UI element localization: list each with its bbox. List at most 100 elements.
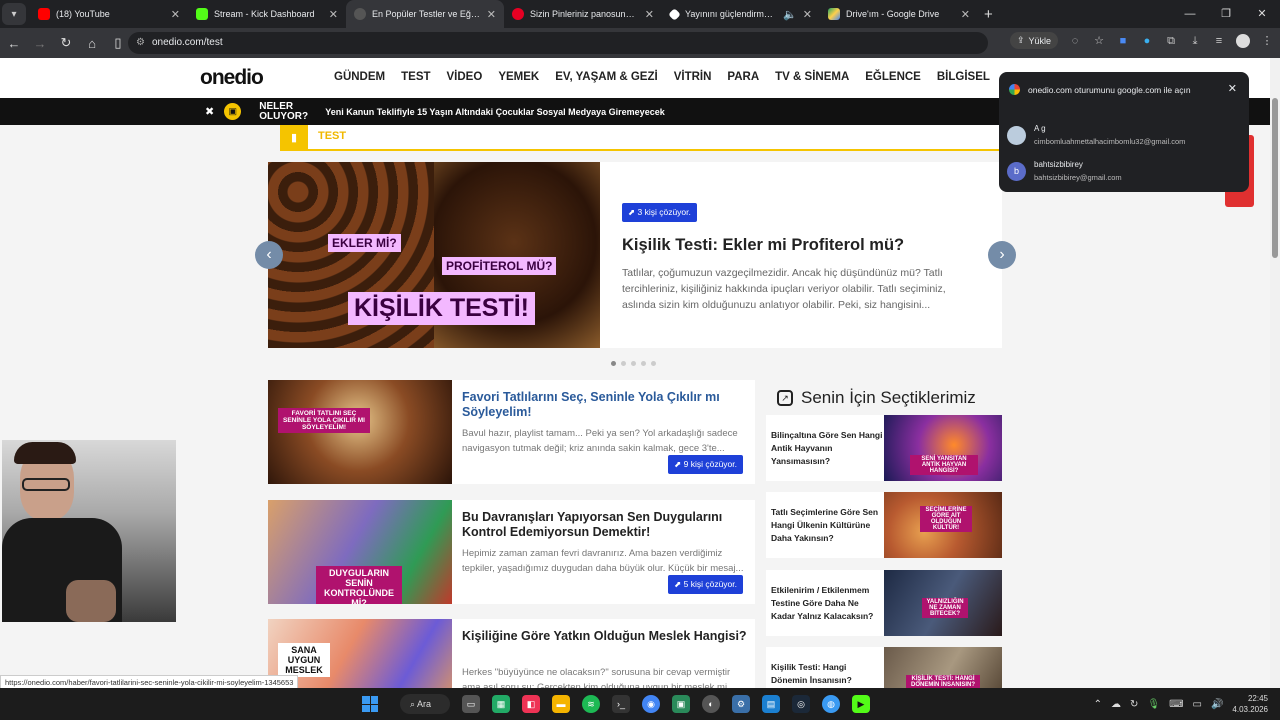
sidebar-item-title[interactable]: Etkilenirim / Etkilenmem Testine Göre Da… — [771, 584, 883, 623]
menu-item-eglence[interactable]: EĞLENCE — [865, 71, 921, 83]
spotify-icon[interactable]: ≋ — [582, 695, 600, 713]
ticker-headline[interactable]: Yeni Kanun Teklifiyle 15 Yaşın Altındaki… — [325, 107, 665, 117]
scrollbar-thumb[interactable] — [1272, 98, 1278, 258]
eye-off-icon[interactable]: ◌ — [1068, 34, 1082, 48]
close-window-icon[interactable]: ✕ — [1244, 0, 1280, 28]
sidebar-item[interactable]: Kişilik Testi: Hangi Dönemin İnsanısın? … — [766, 647, 1002, 688]
file-explorer-icon[interactable]: ▬ — [552, 695, 570, 713]
mic-icon[interactable]: 🎙 — [1147, 699, 1160, 710]
close-icon[interactable]: ✕ — [487, 8, 496, 21]
taskbar-search[interactable]: ⌕ Ara — [400, 694, 450, 714]
tab-kick[interactable]: Stream - Kick Dashboard ✕ — [188, 0, 346, 28]
slider-dot[interactable] — [631, 361, 636, 366]
menu-item-video[interactable]: VİDEO — [447, 71, 483, 83]
menu-item-test[interactable]: TEST — [401, 71, 430, 83]
account-option[interactable]: b bahtsizbibirey bahtsizbibirey@gmail.com — [1007, 158, 1122, 184]
menu-item-ev-yasam[interactable]: EV, YAŞAM & GEZİ — [555, 71, 657, 83]
slider-dot[interactable] — [651, 361, 656, 366]
sidebar-item-title[interactable]: Bilinçaltına Göre Sen Hangi Antik Hayvan… — [771, 429, 883, 468]
card-title[interactable]: Favori Tatlılarını Seç, Seninle Yola Çık… — [462, 390, 747, 420]
sidebar-item-title[interactable]: Tatlı Seçimlerine Göre Sen Hangi Ülkenin… — [771, 506, 883, 545]
app-icon[interactable]: ◧ — [522, 695, 540, 713]
tab-search-button[interactable]: ▾ — [2, 3, 26, 25]
account-option[interactable]: A g cimbomluahmettalhacimbomlu32@gmail.co… — [1007, 122, 1185, 148]
sidebar-item[interactable]: Tatlı Seçimlerine Göre Sen Hangi Ülkenin… — [766, 492, 1002, 558]
home-icon[interactable]: ⌂ — [80, 36, 104, 51]
sidepanel-icon[interactable]: ▯ — [106, 35, 130, 51]
bookmark-star-icon[interactable]: ☆ — [1092, 34, 1106, 48]
slider-prev-button[interactable]: ‹ — [255, 241, 283, 269]
site-info-icon[interactable]: ⚙ — [136, 32, 145, 54]
terminal-icon[interactable]: ›_ — [612, 695, 630, 713]
chrome-icon[interactable]: ◉ — [642, 695, 660, 713]
featured-title[interactable]: Kişilik Testi: Ekler mi Profiterol mü? — [622, 236, 982, 255]
close-icon[interactable]: ✕ — [961, 8, 970, 21]
tab-onedio[interactable]: En Popüler Testler ve Eğlenceli ✕ — [346, 0, 504, 28]
slider-dot[interactable] — [621, 361, 626, 366]
restore-icon[interactable]: ❐ — [1208, 0, 1244, 28]
keyboard-icon[interactable]: ⌨ — [1169, 699, 1183, 710]
menu-item-bilgisel[interactable]: BİLGİSEL — [937, 71, 990, 83]
tab-youtube[interactable]: (18) YouTube ✕ — [30, 0, 188, 28]
download-icon[interactable]: ⤓ — [1188, 34, 1202, 48]
sidebar-item-title[interactable]: Kişilik Testi: Hangi Dönemin İnsanısın? — [771, 661, 883, 687]
tab-drive[interactable]: Drive'ım - Google Drive ✕ — [820, 0, 978, 28]
clock[interactable]: 22:45 4.03.2026 — [1232, 693, 1268, 715]
test-card[interactable]: SANA UYGUN MESLEK Kişiliğine Göre Yatkın… — [268, 619, 755, 688]
translate-icon[interactable]: ■ — [1116, 34, 1130, 48]
volume-icon[interactable]: 🔊 — [1211, 699, 1223, 710]
card-title[interactable]: Kişiliğine Göre Yatkın Olduğun Meslek Ha… — [462, 629, 747, 644]
more-menu-icon[interactable]: ⋮ — [1260, 34, 1274, 48]
menu-item-para[interactable]: PARA — [727, 71, 759, 83]
test-card[interactable]: FAVORİ TATLINI SEÇ SENİNLE YOLA ÇIKILIR … — [268, 380, 755, 484]
menu-item-gundem[interactable]: GÜNDEM — [334, 71, 385, 83]
network-icon[interactable]: ▭ — [1193, 699, 1202, 710]
minimize-icon[interactable]: — — [1172, 0, 1208, 28]
task-view-icon[interactable]: ▭ — [462, 695, 480, 713]
reading-list-icon[interactable]: ≡ — [1212, 34, 1226, 48]
menu-item-tv-sinema[interactable]: TV & SİNEMA — [775, 71, 849, 83]
sidebar-item[interactable]: Etkilenirim / Etkilenmem Testine Göre Da… — [766, 570, 1002, 636]
browser-icon[interactable]: ◍ — [822, 695, 840, 713]
upload-button[interactable]: ⇪ Yükle — [1009, 32, 1058, 49]
kick-icon[interactable]: ▶ — [852, 695, 870, 713]
close-icon[interactable]: ✕ — [171, 8, 180, 21]
settings-icon[interactable]: ⚙ — [732, 695, 750, 713]
sidebar-item[interactable]: Bilinçaltına Göre Sen Hangi Antik Hayvan… — [766, 415, 1002, 481]
reload-icon[interactable]: ↻ — [54, 35, 78, 51]
card-title[interactable]: Bu Davranışları Yapıyorsan Sen Duyguları… — [462, 510, 747, 540]
forward-icon[interactable]: → — [28, 36, 52, 51]
close-icon[interactable]: ✕ — [803, 8, 812, 21]
featured-image[interactable]: EKLER Mİ? PROFİTEROL MÜ? KİŞİLİK TESTİ! — [268, 162, 600, 348]
test-card[interactable]: DUYGULARIN SENİN KONTROLÜNDE Mİ? Bu Davr… — [268, 500, 755, 604]
tab-stream-boost[interactable]: Yayınını güçlendirmek için 🔈 ✕ — [662, 0, 820, 28]
app-icon[interactable]: ◐ — [702, 695, 720, 713]
back-icon[interactable]: ← — [2, 36, 26, 51]
speaker-icon[interactable]: 🔈 — [783, 8, 797, 21]
site-logo[interactable]: onedio — [200, 66, 264, 90]
extension-blue-icon[interactable]: ● — [1140, 34, 1154, 48]
page-scrollbar[interactable] — [1270, 58, 1280, 688]
close-icon[interactable]: ✕ — [1228, 82, 1237, 95]
app-icon[interactable]: ▣ — [672, 695, 690, 713]
start-button[interactable] — [362, 696, 378, 712]
steam-icon[interactable]: ◎ — [792, 695, 810, 713]
slider-dot[interactable] — [611, 361, 616, 366]
widget-icon[interactable]: ▦ — [492, 695, 510, 713]
slider-next-button[interactable]: › — [988, 241, 1016, 269]
app-icon[interactable]: ▤ — [762, 695, 780, 713]
profile-avatar[interactable] — [1236, 33, 1250, 48]
chevron-up-icon[interactable]: ⌃ — [1094, 699, 1102, 710]
address-bar[interactable]: ⚙ onedio.com/test — [128, 32, 988, 54]
cloud-icon[interactable]: ☁ — [1111, 699, 1121, 710]
new-tab-button[interactable]: + — [984, 6, 993, 23]
grid-icon[interactable]: ✖ — [205, 105, 214, 118]
refresh-icon[interactable]: ↻ — [1130, 699, 1138, 710]
menu-item-vitrin[interactable]: VİTRİN — [674, 71, 712, 83]
menu-item-yemek[interactable]: YEMEK — [498, 71, 539, 83]
tab-pinterest[interactable]: Sizin Pinleriniz panosundaki Pin ✕ — [504, 0, 662, 28]
slider-dot[interactable] — [641, 361, 646, 366]
close-icon[interactable]: ✕ — [329, 8, 338, 21]
close-icon[interactable]: ✕ — [645, 8, 654, 21]
extensions-icon[interactable]: ⧉ — [1164, 34, 1178, 48]
